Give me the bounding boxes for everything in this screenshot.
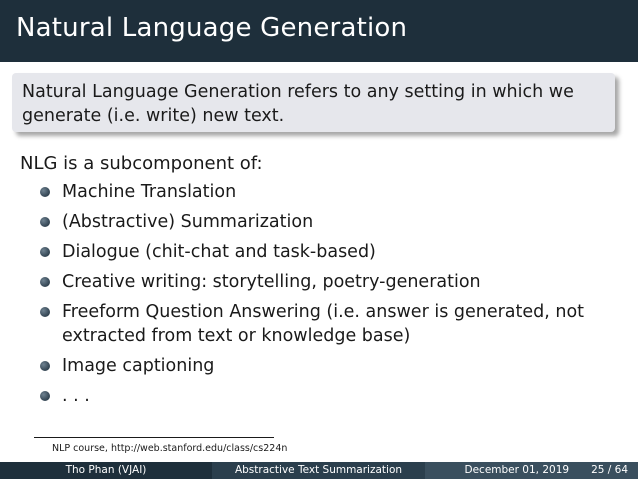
slide-title: Natural Language Generation [16,13,408,43]
bullet-icon [40,217,50,227]
list-item: Freeform Question Answering (i.e. answer… [40,300,600,348]
footnote: NLP course, http://web.stanford.edu/clas… [52,443,288,454]
list-item-text: Machine Translation [62,182,237,202]
footer-talk-title: Abstractive Text Summarization [212,462,425,479]
list-item-text: Dialogue (chit-chat and task-based) [62,242,376,262]
footer-date-page: December 01, 2019 25 / 64 [425,462,638,479]
list-item-text: Image captioning [62,356,215,376]
list-item: . . . [40,384,600,408]
definition-box: Natural Language Generation refers to an… [12,73,615,132]
footer-date: December 01, 2019 [464,464,570,476]
list-item-text: (Abstractive) Summarization [62,212,314,232]
bullet-icon [40,247,50,257]
footer-bar: Tho Phan (VJAI) Abstractive Text Summari… [0,462,638,479]
list-item: Image captioning [40,354,600,378]
definition-text: Natural Language Generation refers to an… [22,82,574,126]
bullet-icon [40,391,50,401]
bullet-icon [40,277,50,287]
bullet-icon [40,361,50,371]
footer-author: Tho Phan (VJAI) [0,462,212,479]
list-item-text: Creative writing: storytelling, poetry-g… [62,272,481,292]
page-number: 25 / 64 [591,464,628,476]
list-item: Creative writing: storytelling, poetry-g… [40,270,600,294]
list-item: Dialogue (chit-chat and task-based) [40,240,600,264]
intro-text: NLG is a subcomponent of: [20,153,263,174]
list-item: Machine Translation [40,180,600,204]
footnote-divider [34,437,274,438]
list-item: (Abstractive) Summarization [40,210,600,234]
bullet-list: Machine Translation (Abstractive) Summar… [40,180,600,414]
title-bar: Natural Language Generation [0,0,638,62]
bullet-icon [40,187,50,197]
list-item-text: . . . [62,386,90,406]
list-item-text: Freeform Question Answering (i.e. answer… [62,302,585,346]
bullet-icon [40,307,50,317]
